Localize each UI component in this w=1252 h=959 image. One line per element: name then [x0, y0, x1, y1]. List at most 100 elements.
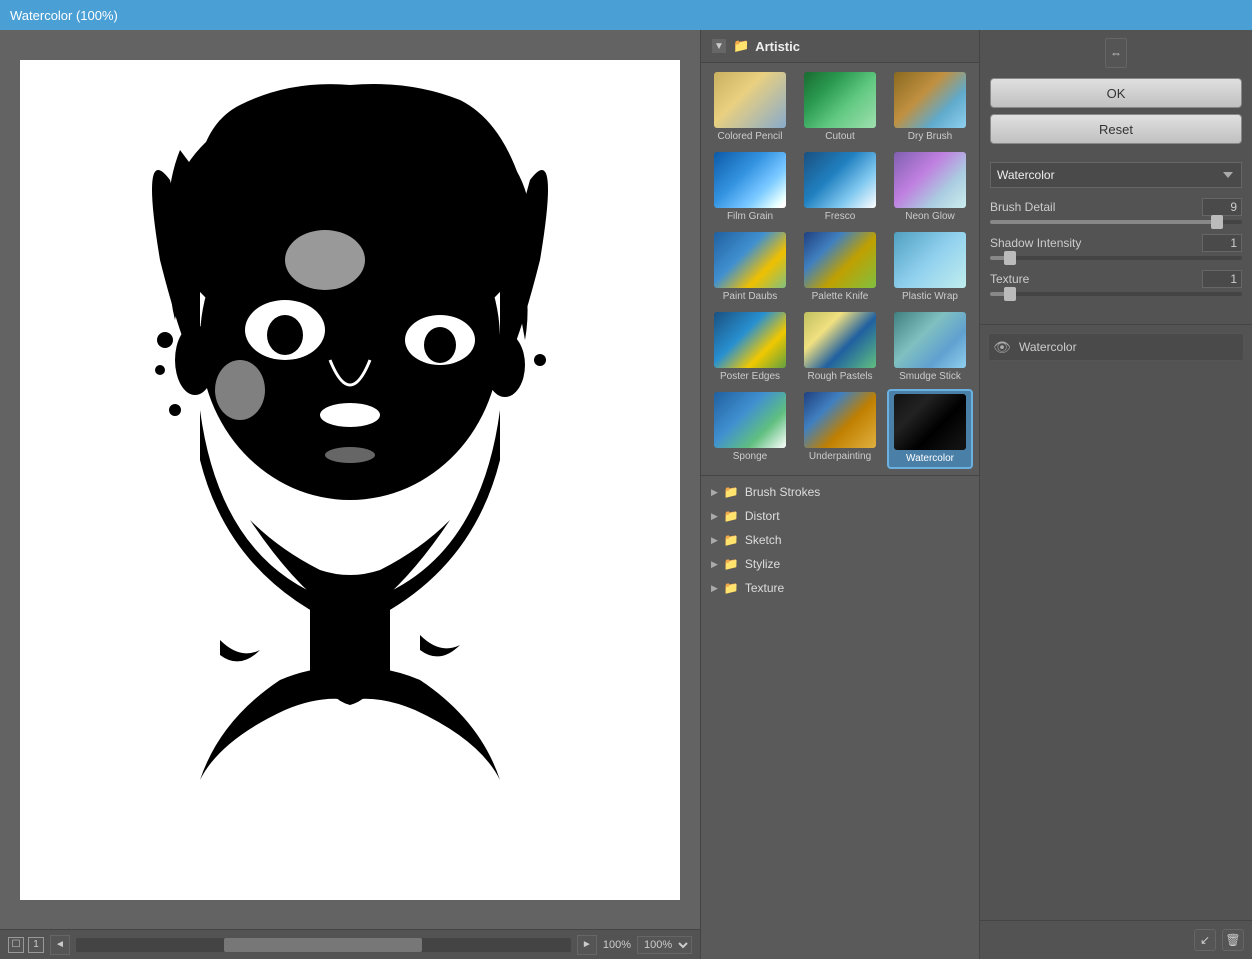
category-folder-icon-distort: 📁 — [724, 509, 739, 523]
filter-label-poster-edges: Poster Edges — [720, 371, 780, 382]
zoom-dropdown[interactable]: 100% 50% 200% Fit — [637, 936, 692, 954]
filter-thumb-colored-pencil — [714, 72, 786, 128]
horizontal-scrollbar[interactable] — [76, 938, 571, 952]
settings-area: Watercolor Colored Pencil Cutout Dry Bru… — [980, 154, 1252, 314]
effect-preview-area: 👁 Watercolor — [980, 324, 1252, 369]
filter-select-container: Watercolor Colored Pencil Cutout Dry Bru… — [990, 162, 1242, 188]
delete-effect-button[interactable]: 🗑 — [1222, 929, 1244, 951]
filter-item-neon-glow[interactable]: Neon Glow — [887, 149, 973, 225]
filter-panel-header: ▼ 📁 Artistic — [701, 30, 979, 63]
filter-category-title: Artistic — [755, 39, 800, 54]
filter-item-dry-brush[interactable]: Dry Brush — [887, 69, 973, 145]
setting-value-brush-detail[interactable]: 9 — [1202, 198, 1242, 216]
filter-thumb-watercolor — [894, 394, 966, 450]
main-layout: ☐ 1 ◄ ► 100% 100% 50% 200% Fit ▼ 📁 Artis… — [0, 30, 1252, 959]
setting-value-shadow-intensity[interactable]: 1 — [1202, 234, 1242, 252]
category-folder-icon-stylize: 📁 — [724, 557, 739, 571]
slider-thumb-texture[interactable] — [1004, 287, 1016, 301]
filter-categories: ▶📁Brush Strokes▶📁Distort▶📁Sketch▶📁Styliz… — [701, 475, 979, 604]
category-arrow-brush-strokes: ▶ — [711, 487, 718, 498]
setting-row-texture: Texture1 — [990, 270, 1242, 288]
page-number: 1 — [28, 937, 44, 953]
filter-label-watercolor: Watercolor — [906, 453, 954, 464]
filter-thumb-rough-pastels — [804, 312, 876, 368]
scrollbar-thumb[interactable] — [224, 938, 422, 952]
filter-item-fresco[interactable]: Fresco — [797, 149, 883, 225]
filter-label-colored-pencil: Colored Pencil — [717, 131, 782, 142]
filter-thumb-sponge — [714, 392, 786, 448]
filter-item-cutout[interactable]: Cutout — [797, 69, 883, 145]
scroll-right-arrow[interactable]: ► — [577, 935, 597, 955]
filter-label-cutout: Cutout — [825, 131, 854, 142]
filter-thumb-underpainting — [804, 392, 876, 448]
filter-item-colored-pencil[interactable]: Colored Pencil — [707, 69, 793, 145]
filter-dropdown[interactable]: Watercolor Colored Pencil Cutout Dry Bru… — [990, 162, 1242, 188]
slider-track-brush-detail[interactable] — [990, 220, 1242, 224]
filter-item-palette-knife[interactable]: Palette Knife — [797, 229, 883, 305]
canvas-bottom-bar: ☐ 1 ◄ ► 100% 100% 50% 200% Fit — [0, 929, 700, 959]
filter-label-palette-knife: Palette Knife — [812, 291, 869, 302]
category-label-stylize: Stylize — [745, 557, 780, 571]
page-indicator: ☐ 1 — [8, 937, 44, 953]
slider-track-shadow-intensity[interactable] — [990, 256, 1242, 260]
filter-panel: ▼ 📁 Artistic Colored Pencil Cutout Dry Bru… — [700, 30, 980, 959]
collapse-button[interactable]: ▼ — [711, 38, 727, 54]
canvas-scroll[interactable] — [0, 30, 700, 929]
canvas — [20, 60, 680, 900]
slider-container-shadow-intensity — [990, 256, 1242, 260]
canvas-area: ☐ 1 ◄ ► 100% 100% 50% 200% Fit — [0, 30, 700, 959]
filter-thumb-film-grain — [714, 152, 786, 208]
filter-label-plastic-wrap: Plastic Wrap — [902, 291, 958, 302]
category-item-sketch[interactable]: ▶📁Sketch — [701, 528, 979, 552]
ok-button[interactable]: OK — [990, 78, 1242, 108]
reset-button[interactable]: Reset — [990, 114, 1242, 144]
right-panel: ⇔ OK Reset Watercolor Colored Pencil Cut… — [980, 30, 1252, 959]
filter-item-sponge[interactable]: Sponge — [707, 389, 793, 469]
category-item-brush-strokes[interactable]: ▶ 📁 Brush Strokes — [701, 480, 979, 504]
filter-item-plastic-wrap[interactable]: Plastic Wrap — [887, 229, 973, 305]
bottom-icons: ↙ 🗑 — [980, 920, 1252, 959]
setting-value-texture[interactable]: 1 — [1202, 270, 1242, 288]
category-folder-icon-brush-strokes: 📁 — [724, 485, 739, 499]
setting-label-brush-detail: Brush Detail — [990, 200, 1202, 214]
filter-item-film-grain[interactable]: Film Grain — [707, 149, 793, 225]
category-arrow-sketch: ▶ — [711, 535, 718, 546]
category-item-stylize[interactable]: ▶ 📁 Stylize — [701, 552, 979, 576]
slider-thumb-brush-detail[interactable] — [1211, 215, 1223, 229]
actions-area: OK Reset — [980, 68, 1252, 154]
filter-label-film-grain: Film Grain — [727, 211, 773, 222]
slider-track-texture[interactable] — [990, 292, 1242, 296]
expand-panel-button[interactable]: ⇔ — [1105, 38, 1127, 68]
slider-thumb-shadow-intensity[interactable] — [1004, 251, 1016, 265]
effect-preview-label: Watercolor — [1019, 340, 1077, 354]
filter-grid: Colored Pencil Cutout Dry Brush Film Grain F… — [701, 63, 979, 475]
filter-thumb-fresco — [804, 152, 876, 208]
category-item-texture[interactable]: ▶📁Texture — [701, 576, 979, 600]
filter-thumb-palette-knife — [804, 232, 876, 288]
filter-label-dry-brush: Dry Brush — [908, 131, 952, 142]
effect-preview-item: 👁 Watercolor — [988, 333, 1244, 361]
scroll-left-arrow[interactable]: ◄ — [50, 935, 70, 955]
category-item-distort[interactable]: ▶ 📁 Distort — [701, 504, 979, 528]
filter-item-rough-pastels[interactable]: Rough Pastels — [797, 309, 883, 385]
filter-label-paint-daubs: Paint Daubs — [723, 291, 777, 302]
filter-item-poster-edges[interactable]: Poster Edges — [707, 309, 793, 385]
setting-row-brush-detail: Brush Detail9 — [990, 198, 1242, 216]
category-label-brush-strokes: Brush Strokes — [745, 485, 820, 499]
page-checkbox[interactable]: ☐ — [8, 937, 24, 953]
filter-thumb-neon-glow — [894, 152, 966, 208]
filter-item-smudge-stick[interactable]: Smudge Stick — [887, 309, 973, 385]
setting-label-shadow-intensity: Shadow Intensity — [990, 236, 1202, 250]
category-label-distort: Distort — [745, 509, 780, 523]
category-arrow-distort: ▶ — [711, 511, 718, 522]
setting-row-shadow-intensity: Shadow Intensity1 — [990, 234, 1242, 252]
effect-visibility-toggle[interactable]: 👁 — [993, 338, 1011, 356]
filter-label-underpainting: Underpainting — [809, 451, 871, 462]
add-effect-button[interactable]: ↙ — [1194, 929, 1216, 951]
filter-label-smudge-stick: Smudge Stick — [899, 371, 961, 382]
category-arrow-stylize: ▶ — [711, 559, 718, 570]
filter-item-paint-daubs[interactable]: Paint Daubs — [707, 229, 793, 305]
filter-item-underpainting[interactable]: Underpainting — [797, 389, 883, 469]
filter-thumb-poster-edges — [714, 312, 786, 368]
filter-item-watercolor[interactable]: Watercolor — [887, 389, 973, 469]
